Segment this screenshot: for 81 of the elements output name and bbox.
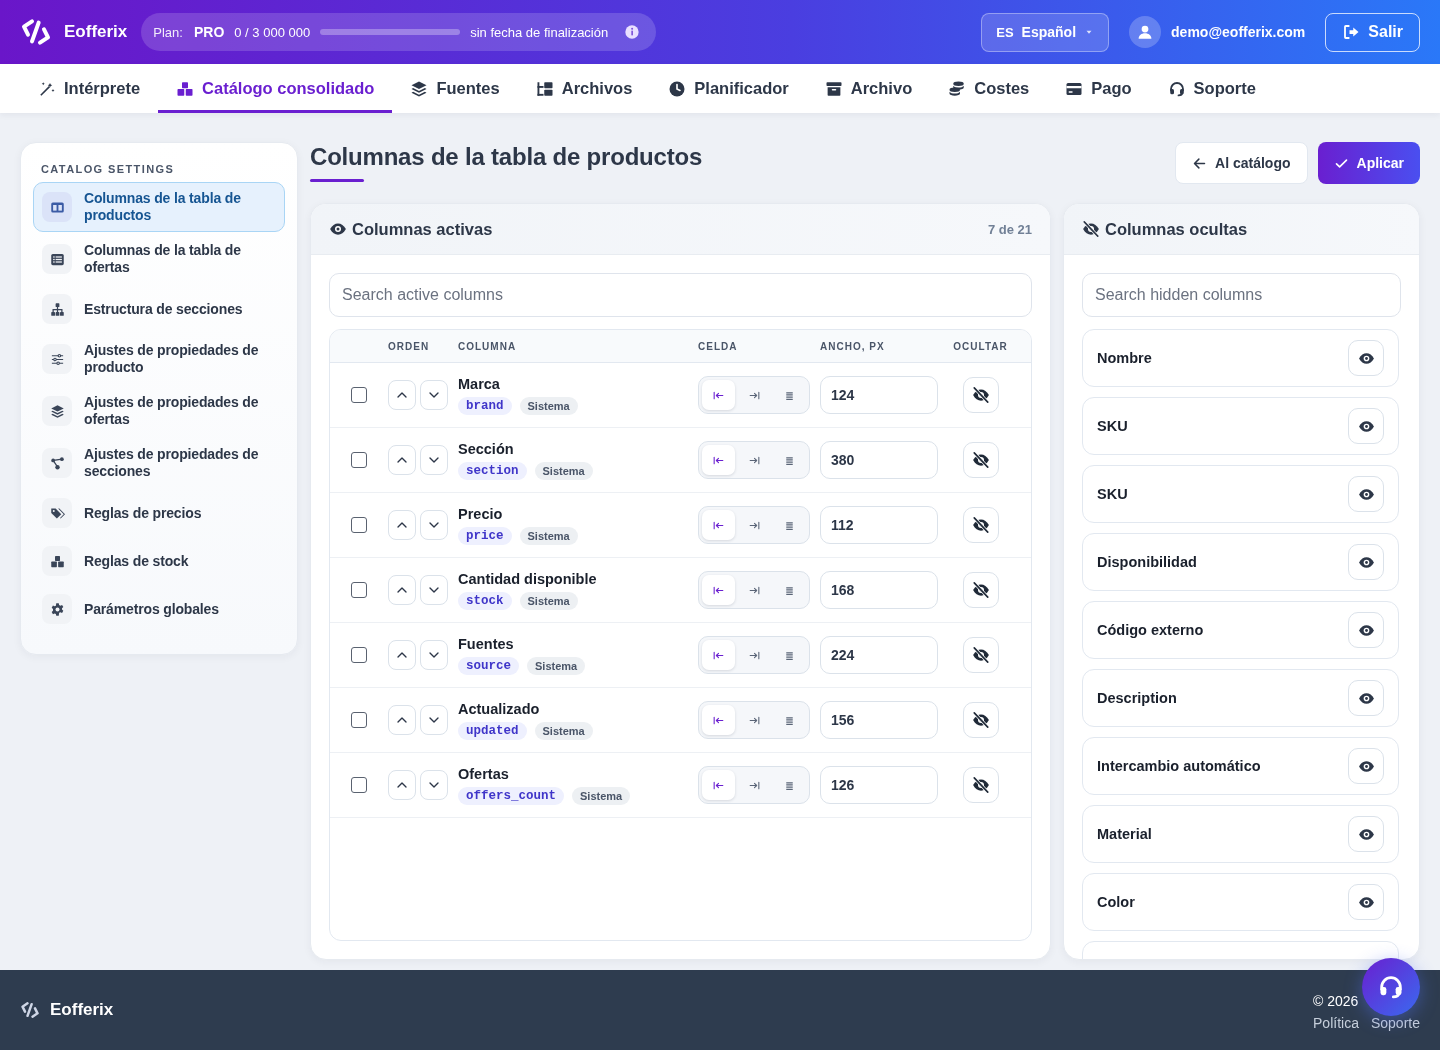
plan-usage: 0 / 3 000 000 [234,24,311,40]
copyright: © 2026 [1313,993,1359,1009]
sidebar-item[interactable]: Ajustes de propiedades de producto [33,334,285,384]
sidebar-item[interactable]: Reglas de precios [33,490,285,536]
apply-button[interactable]: Aplicar [1317,142,1420,184]
logout-button[interactable]: Salir [1325,12,1420,52]
nav-tab[interactable]: Planificador [650,64,807,113]
system-tag: Sistema [519,396,578,415]
search-field[interactable]: Search active columns [329,273,1032,317]
width-field[interactable]: 168 [820,571,938,609]
system-tag: Sistema [527,656,586,675]
column-name: Fuentes [458,635,515,652]
column-header: COLUMNA [458,340,518,352]
field-key-tag: offers_count [458,786,564,805]
column-header: OCULTAR [953,340,1008,352]
column-name: Precio [458,505,504,522]
column-count: 7 de 21 [987,221,1032,237]
column-header: ANCHO, PX [820,340,886,352]
column-header: ORDEN [388,340,431,352]
nav-tab[interactable]: Archivo [806,64,931,113]
width-field[interactable]: 156 [820,701,938,739]
brand-name: Eofferix [64,22,128,42]
column-name: Código externo [1097,622,1204,638]
footer-link[interactable]: Soporte [1370,1015,1420,1031]
page-title: Columnas de la tabla de productos [310,142,703,172]
search-field[interactable]: Search hidden columns [1082,273,1401,317]
nav-tab[interactable]: Catálogo consolidado [158,64,393,113]
plan-label: Plan: [153,24,183,40]
plan-name: PRO [193,24,225,40]
sidebar-item[interactable]: Ajustes de propiedades de ofertas [33,386,285,436]
nav-tab[interactable]: Soporte [1149,64,1274,113]
width-field[interactable]: 124 [820,376,938,414]
width-field[interactable]: 126 [820,766,938,804]
nav-tab[interactable]: Archivos [517,64,651,113]
sidebar-item[interactable]: Reglas de stock [33,538,285,584]
system-tag: Sistema [572,786,631,805]
sidebar-item[interactable]: Columnas de la tabla de ofertas [33,234,285,284]
field-key-tag: stock [458,591,512,610]
sidebar-item[interactable]: Parámetros globales [33,586,285,632]
column-name: Nombre [1097,350,1152,366]
user-email: demo@eofferix.com [1171,24,1306,40]
column-name: Marca [458,375,501,392]
field-key-tag: section [458,461,527,480]
system-tag: Sistema [519,526,578,545]
nav-tab[interactable]: Intérprete [20,64,159,113]
brand-name: Eofferix [50,1000,114,1020]
language-button[interactable]: ES Español [981,12,1110,52]
column-header: CELDA [698,340,739,352]
sidebar-item[interactable]: Ajustes de propiedades de secciones [33,438,285,488]
column-name: Ofertas [458,765,510,782]
panel-title: Columnas ocultas [1082,219,1248,239]
nav-tab[interactable]: Costes [930,64,1048,113]
panel-title: Columnas activas [329,219,493,239]
field-key-tag: source [458,656,519,675]
column-name: SKU [1097,418,1128,434]
system-tag: Sistema [534,721,593,740]
width-field[interactable]: 112 [820,506,938,544]
system-tag: Sistema [519,591,578,610]
back-button[interactable]: Al catálogo [1175,142,1308,184]
width-field[interactable]: 380 [820,441,938,479]
plan-expiry: sin fecha de finalización [470,24,609,40]
column-name: Sección [458,440,515,457]
system-tag: Sistema [534,461,593,480]
nav-tab[interactable]: Fuentes [392,64,518,113]
column-name: Cantidad disponible [458,570,598,587]
field-key-tag: price [458,526,512,545]
footer-link[interactable]: Política [1313,1015,1359,1031]
field-key-tag: updated [458,721,527,740]
column-name: Description [1097,690,1177,706]
sidebar-heading: CATALOG SETTINGS [40,163,176,177]
sidebar-item[interactable]: Columnas de la tabla de productos [33,182,285,232]
column-name: Disponibilidad [1097,554,1197,570]
nav-tab[interactable]: Pago [1047,64,1150,113]
column-name: Intercambio automático [1097,758,1261,774]
field-key-tag: brand [458,396,512,415]
column-name: Material [1097,826,1152,842]
width-field[interactable]: 224 [820,636,938,674]
column-name: Color [1097,894,1135,910]
column-name: SKU [1097,486,1128,502]
sidebar-item[interactable]: Estructura de secciones [33,286,285,332]
column-name: Actualizado [458,700,541,717]
